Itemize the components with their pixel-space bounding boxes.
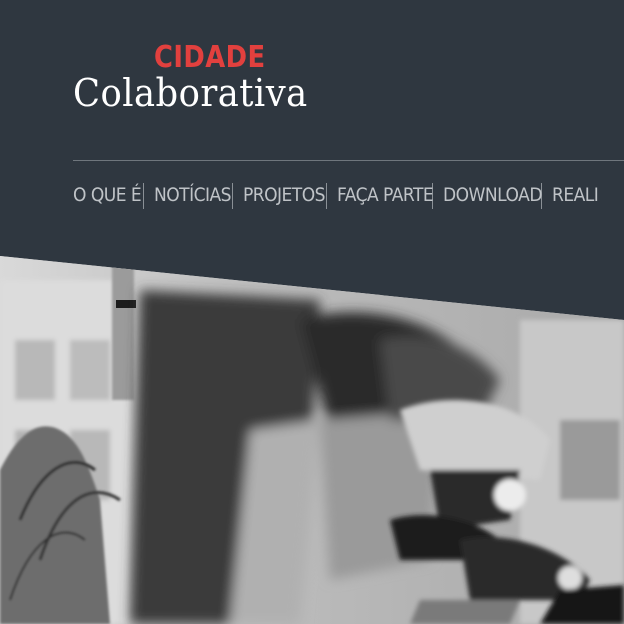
logo-line-colaborativa: Colaborativa <box>73 71 308 115</box>
nav-separator <box>326 182 328 209</box>
nav-separator <box>143 182 145 209</box>
nav-item-faca-parte[interactable]: FAÇA PARTE <box>337 182 434 209</box>
nav-item-reali[interactable]: REALI <box>552 182 599 209</box>
nav-item-projetos[interactable]: PROJETOS <box>243 182 325 209</box>
nav-item-download[interactable]: DOWNLOAD <box>443 182 542 209</box>
main-nav: O QUE É NOTÍCIAS PROJETOS FAÇA PARTE DOW… <box>73 182 599 209</box>
site-header: CIDADE Colaborativa O QUE É NOTÍCIAS PRO… <box>0 0 624 250</box>
site-logo[interactable]: CIDADE Colaborativa <box>73 40 363 120</box>
nav-item-noticias[interactable]: NOTÍCIAS <box>154 182 232 209</box>
page: CIDADE Colaborativa O QUE É NOTÍCIAS PRO… <box>0 0 624 624</box>
header-divider <box>73 160 624 161</box>
nav-separator <box>232 182 234 209</box>
nav-item-o-que-e[interactable]: O QUE É <box>73 182 142 209</box>
